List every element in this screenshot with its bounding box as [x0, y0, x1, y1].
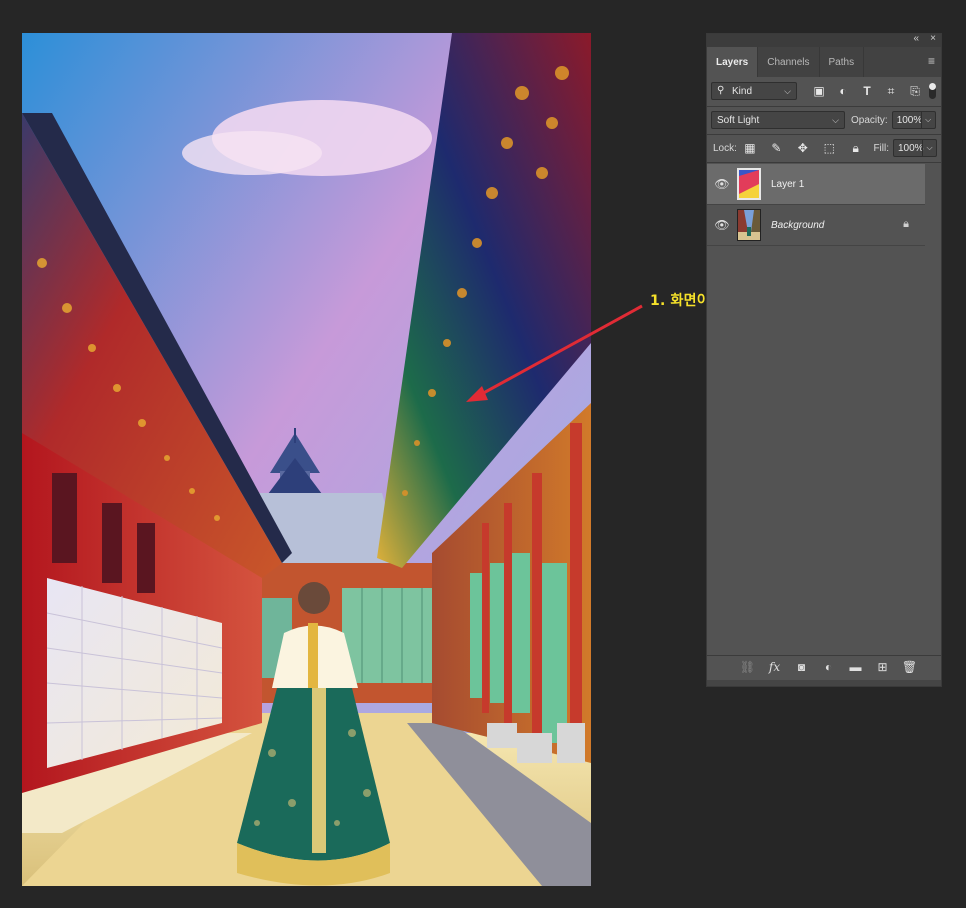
- gradient-thumbnail: [739, 170, 759, 198]
- type-layer-filter-icon[interactable]: T: [855, 84, 879, 99]
- fill-field[interactable]: 100% ⌵: [893, 139, 937, 157]
- lock-label: Lock:: [713, 142, 737, 154]
- fx-icon[interactable]: fx: [761, 660, 788, 674]
- lock-all-icon[interactable]: 🔒︎: [845, 141, 867, 156]
- palace-photo: [22, 33, 591, 886]
- panel-tabs: Layers Channels Paths ≡: [707, 47, 941, 77]
- tab-channels[interactable]: Channels: [758, 47, 820, 77]
- lock-icon: 🔒︎: [903, 218, 909, 230]
- close-panel-button[interactable]: ×: [930, 33, 936, 44]
- eye-visibility-icon[interactable]: 👁︎: [707, 177, 737, 191]
- filter-kind-select[interactable]: ⚲ Kind ⌵: [711, 82, 797, 100]
- new-group-icon[interactable]: ▬: [842, 660, 869, 674]
- layers-toolbar: ⛓ fx ◙ ◐ ▬ ⊞ 🗑︎: [707, 655, 941, 678]
- layer-name: Background: [771, 219, 825, 231]
- new-layer-icon[interactable]: ⊞: [869, 660, 896, 674]
- adjustment-layer-filter-icon[interactable]: ◐: [831, 84, 855, 99]
- adjustment-layer-icon[interactable]: ◐: [815, 660, 842, 674]
- smart-object-filter-icon[interactable]: ⎘: [903, 84, 927, 99]
- add-mask-icon[interactable]: ◙: [788, 660, 815, 674]
- document-canvas[interactable]: [22, 33, 591, 886]
- layer-thumbnail: [737, 209, 761, 241]
- eye-visibility-icon[interactable]: 👁︎: [707, 218, 737, 232]
- lock-image-pixels-icon[interactable]: ✎: [765, 141, 787, 155]
- layer-list: 👁︎ Layer 1 👁︎ Background 🔒︎: [707, 164, 925, 246]
- fill-label: Fill:: [873, 142, 889, 154]
- filter-toggle[interactable]: [929, 83, 936, 99]
- chevron-down-icon[interactable]: ⌵: [922, 139, 936, 157]
- chevron-down-icon: ⌵: [784, 86, 791, 96]
- panel-titlebar: « ×: [707, 33, 941, 47]
- pixel-layer-filter-icon[interactable]: ▣: [807, 84, 831, 99]
- layer-thumbnail: [737, 168, 761, 200]
- search-icon: ⚲: [717, 85, 725, 96]
- trash-icon[interactable]: 🗑︎: [896, 660, 923, 674]
- layer-name: Layer 1: [771, 178, 805, 190]
- chevron-down-icon: ⌵: [832, 115, 839, 125]
- layer-row-layer-1[interactable]: 👁︎ Layer 1: [707, 164, 925, 205]
- opacity-field[interactable]: 100% ⌵: [891, 111, 936, 129]
- photo-thumbnail: [738, 210, 760, 240]
- layer-row-background[interactable]: 👁︎ Background 🔒︎: [707, 205, 925, 246]
- shape-layer-filter-icon[interactable]: ⌗: [879, 84, 903, 99]
- blend-mode-select[interactable]: Soft Light ⌵: [711, 111, 845, 129]
- collapse-panel-button[interactable]: «: [913, 33, 919, 44]
- panel-menu-icon[interactable]: ≡: [928, 55, 935, 67]
- link-layers-icon[interactable]: ⛓: [734, 660, 761, 674]
- lock-position-icon[interactable]: ✥: [792, 141, 814, 155]
- opacity-label: Opacity:: [851, 114, 888, 126]
- lock-transparent-pixels-icon[interactable]: ▦: [739, 141, 761, 155]
- lock-artboard-icon[interactable]: ⬚: [818, 141, 840, 155]
- tab-layers[interactable]: Layers: [707, 47, 759, 77]
- chevron-down-icon[interactable]: ⌵: [920, 111, 935, 129]
- panel-resize-grip[interactable]: [707, 680, 941, 686]
- tab-paths[interactable]: Paths: [820, 47, 865, 77]
- layers-panel: « × Layers Channels Paths ≡ ⚲ Kind ⌵ ▣ ◐…: [706, 33, 942, 687]
